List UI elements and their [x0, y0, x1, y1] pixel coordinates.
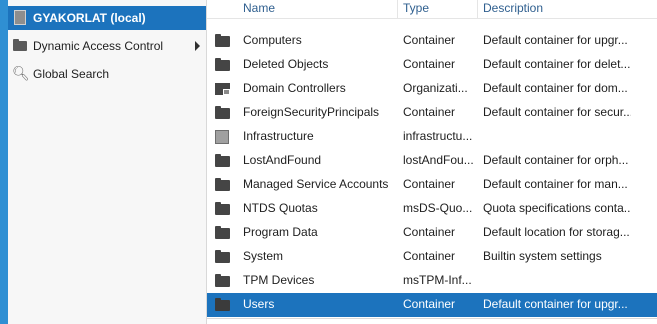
row-description: Default container for orph... [483, 153, 629, 167]
list-bottom-border [207, 318, 657, 319]
row-description: Default container for upgr... [483, 33, 628, 47]
folder-icon [215, 34, 230, 47]
row-type: Container [403, 249, 456, 263]
table-row[interactable]: System Container Builtin system settings [207, 245, 657, 269]
table-row[interactable]: ForeignSecurityPrincipals Container Defa… [207, 101, 657, 125]
row-type: infrastructu... [403, 129, 473, 143]
row-type: msDS-Quo... [403, 201, 473, 215]
row-name: Program Data [243, 225, 318, 239]
nav-item-label: GYAKORLAT (local) [33, 11, 146, 25]
nav-item-global-search[interactable]: 🔍︎ Global Search [8, 62, 206, 86]
table-row[interactable]: Infrastructure infrastructu... [207, 125, 657, 149]
folder-icon [215, 202, 230, 215]
folder-icon [215, 106, 230, 119]
row-name: Managed Service Accounts [243, 177, 389, 191]
row-description: Default location for storag... [483, 225, 630, 239]
table-row[interactable]: Computers Container Default container fo… [207, 29, 657, 53]
infrastructure-icon [215, 130, 230, 144]
row-description: Quota specifications conta... [483, 201, 631, 215]
row-name: Deleted Objects [243, 57, 329, 71]
row-type: lostAndFou... [403, 153, 474, 167]
folder-icon [215, 226, 230, 239]
row-name: TPM Devices [243, 273, 315, 287]
folder-icon [215, 250, 230, 263]
row-description: Default container for secur... [483, 105, 631, 119]
row-type: Container [403, 33, 456, 47]
table-row[interactable]: LostAndFound lostAndFou... Default conta… [207, 149, 657, 173]
row-name: Infrastructure [243, 129, 314, 143]
folder-icon [215, 274, 230, 287]
folder-icon [12, 38, 28, 54]
nav-item-label: Dynamic Access Control [33, 39, 164, 53]
navigation-pane: GYAKORLAT (local) Dynamic Access Control… [8, 0, 214, 324]
row-description: Default container for upgr... [483, 297, 628, 311]
row-name: Computers [243, 33, 302, 47]
table-row-selected[interactable]: Users Container Default container for up… [207, 293, 657, 317]
row-description: Default container for man... [483, 177, 628, 191]
row-type: Container [403, 225, 456, 239]
row-name: NTDS Quotas [243, 201, 318, 215]
table-row[interactable]: NTDS Quotas msDS-Quo... Quota specificat… [207, 197, 657, 221]
row-description: Builtin system settings [483, 249, 602, 263]
row-name: Domain Controllers [243, 81, 346, 95]
row-type: msTPM-Inf... [403, 273, 472, 287]
search-icon: 🔍︎ [12, 65, 30, 81]
nav-item-domain[interactable]: GYAKORLAT (local) [8, 6, 214, 30]
row-name: LostAndFound [243, 153, 322, 167]
row-name: ForeignSecurityPrincipals [243, 105, 380, 119]
object-list: Name Type Description Computers Containe… [207, 0, 657, 324]
table-row[interactable]: Domain Controllers Organizati... Default… [207, 77, 657, 101]
server-icon [12, 10, 28, 26]
row-type: Container [403, 57, 456, 71]
chevron-right-icon[interactable] [195, 41, 200, 51]
table-row[interactable]: Managed Service Accounts Container Defau… [207, 173, 657, 197]
row-type: Container [403, 105, 456, 119]
column-divider[interactable] [397, 0, 398, 18]
row-description: Default container for dom... [483, 81, 628, 95]
folder-icon [215, 298, 230, 311]
nav-item-dynamic-access-control[interactable]: Dynamic Access Control [8, 34, 206, 58]
row-description: Default container for delet... [483, 57, 631, 71]
nav-item-label: Global Search [33, 67, 110, 81]
window-accent-strip [0, 0, 8, 324]
column-header-row: Name Type Description [207, 0, 657, 19]
column-header-description[interactable]: Description [483, 1, 543, 17]
folder-icon [215, 58, 230, 71]
column-divider[interactable] [477, 0, 478, 18]
column-header-type[interactable]: Type [403, 1, 429, 17]
row-type: Container [403, 297, 456, 311]
row-type: Organizati... [403, 81, 468, 95]
table-row[interactable]: TPM Devices msTPM-Inf... [207, 269, 657, 293]
organizational-unit-icon [215, 82, 230, 95]
row-name: Users [243, 297, 275, 311]
row-name: System [243, 249, 284, 263]
folder-icon [215, 154, 230, 167]
table-row[interactable]: Program Data Container Default location … [207, 221, 657, 245]
table-row[interactable]: Deleted Objects Container Default contai… [207, 53, 657, 77]
row-type: Container [403, 177, 456, 191]
folder-icon [215, 178, 230, 191]
column-header-name[interactable]: Name [243, 1, 275, 17]
